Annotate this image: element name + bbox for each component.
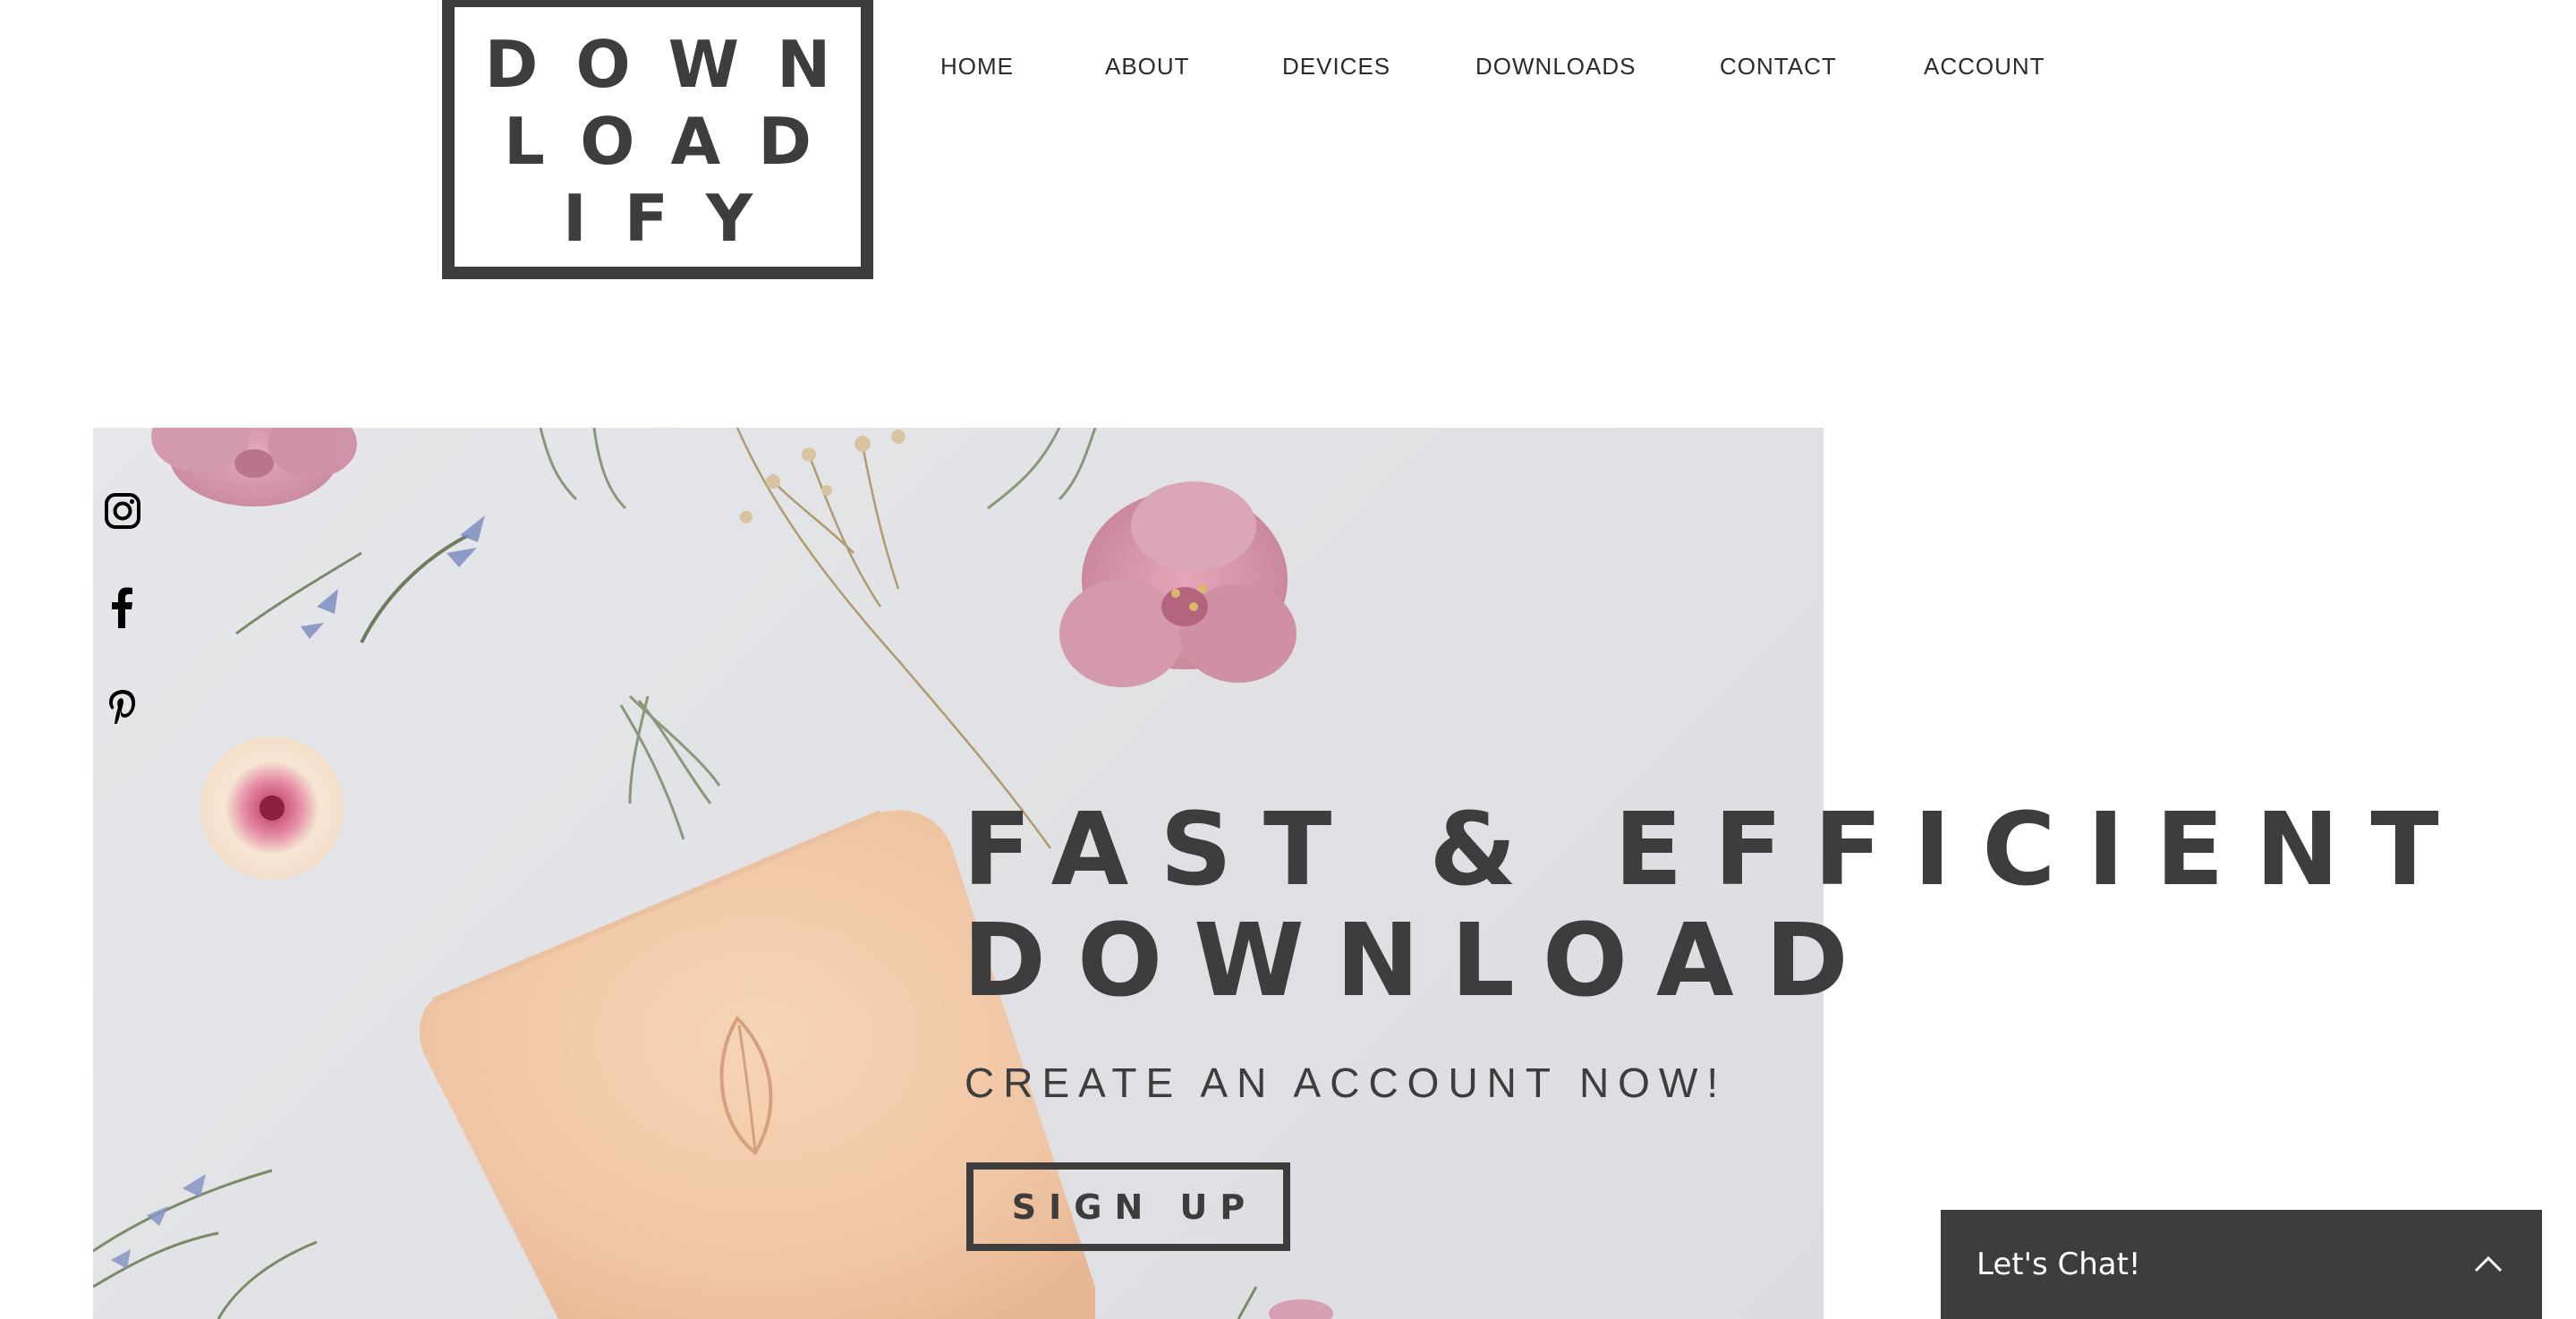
nav-item-devices[interactable]: DEVICES bbox=[1282, 52, 1390, 81]
nav-item-downloads[interactable]: DOWNLOADS bbox=[1475, 52, 1636, 81]
hero-headline: FAST & EFFICIENT DOWNLOAD bbox=[963, 792, 2470, 1019]
logo-line-3: IFY bbox=[562, 181, 791, 256]
instagram-icon[interactable] bbox=[102, 490, 143, 532]
main-nav: HOME ABOUT DEVICES DOWNLOADS CONTACT ACC… bbox=[0, 52, 2576, 81]
chevron-up-icon[interactable] bbox=[2470, 1247, 2506, 1282]
flower-top-left bbox=[151, 428, 357, 506]
page: DOWN LOAD IFY HOME ABOUT DEVICES DOWNLOA… bbox=[0, 0, 2576, 1319]
nav-item-account[interactable]: ACCOUNT bbox=[1924, 52, 2045, 81]
site-logo[interactable]: DOWN LOAD IFY bbox=[442, 0, 873, 279]
hero-subheadline: CREATE AN ACCOUNT NOW! bbox=[965, 1059, 1728, 1106]
sign-up-button[interactable]: SIGN UP bbox=[966, 1162, 1290, 1251]
nav-item-contact[interactable]: CONTACT bbox=[1720, 52, 1837, 81]
pinterest-icon[interactable] bbox=[102, 684, 143, 725]
logo-line-2: LOAD bbox=[503, 104, 850, 179]
nav-item-home[interactable]: HOME bbox=[940, 52, 1014, 81]
nav-item-about[interactable]: ABOUT bbox=[1105, 52, 1190, 81]
lily-flower bbox=[1059, 481, 1297, 687]
facebook-icon[interactable] bbox=[102, 587, 143, 628]
chat-label: Let's Chat! bbox=[1977, 1247, 2141, 1282]
cream-flower bbox=[200, 736, 344, 880]
chat-widget[interactable]: Let's Chat! bbox=[1941, 1210, 2542, 1319]
